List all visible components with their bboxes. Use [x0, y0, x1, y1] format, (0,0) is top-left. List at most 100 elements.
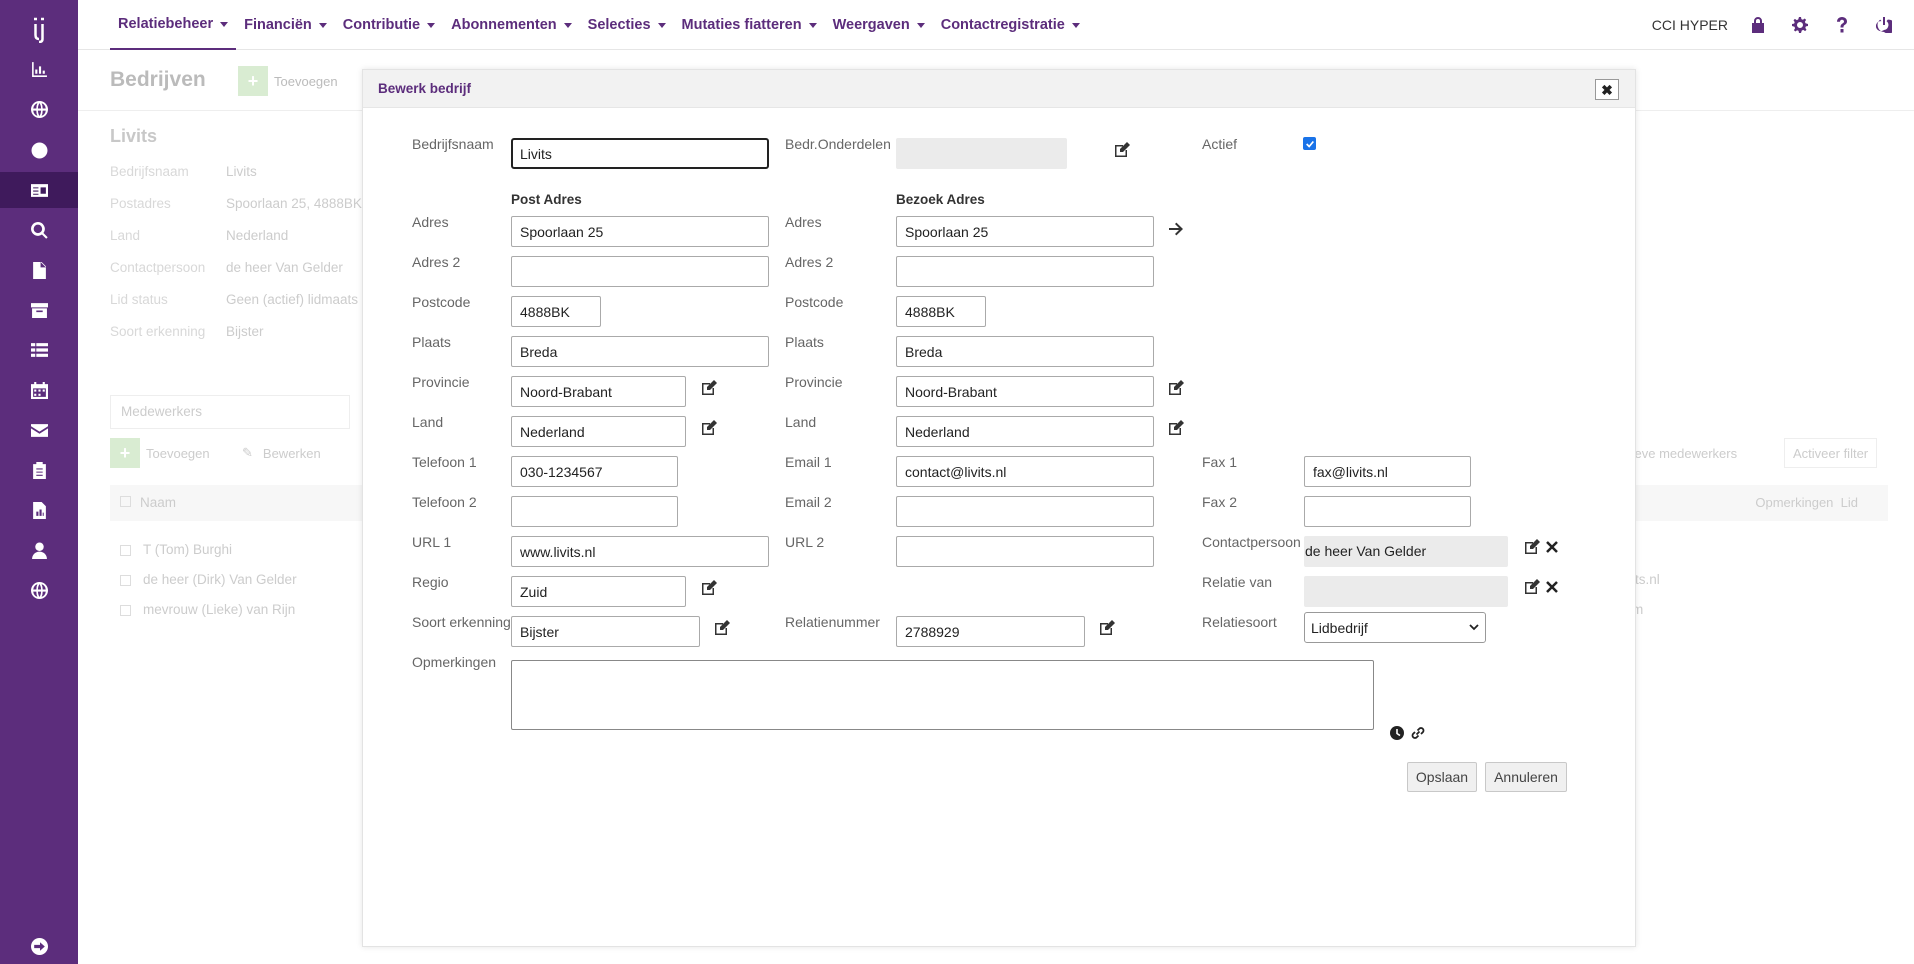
actief-checkbox[interactable] [1303, 137, 1316, 150]
activate-filter-button[interactable]: Activeer filter [1784, 438, 1878, 468]
sidebar-item-user[interactable] [0, 532, 78, 568]
save-button[interactable]: Opslaan [1407, 762, 1477, 792]
sidebar-item-documents[interactable] [0, 252, 78, 288]
fax2-input[interactable] [1304, 496, 1471, 527]
remove-icon[interactable] [1544, 579, 1560, 595]
page-title: Bedrijven [110, 68, 206, 91]
cancel-button[interactable]: Annuleren [1485, 762, 1567, 792]
soort-erkenning-input[interactable] [511, 616, 700, 647]
post-adres2-input[interactable] [511, 256, 769, 287]
fax1-input[interactable] [1304, 456, 1471, 487]
sidebar-item-calendar[interactable] [0, 372, 78, 408]
post-postcode-input[interactable] [511, 296, 601, 327]
edit-icon[interactable] [1168, 420, 1184, 436]
post-adres-input[interactable] [511, 216, 769, 247]
table-row[interactable]: mevrouw (Lieke) van Rijn [120, 602, 295, 617]
table-cell: its.nl [1632, 572, 1660, 587]
bezoek-land-input[interactable] [896, 416, 1154, 447]
app-logo[interactable] [0, 10, 78, 50]
lock-icon[interactable] [1750, 17, 1766, 33]
bezoek-plaats-input[interactable] [896, 336, 1154, 367]
nav-contactregistratie[interactable]: Contactregistratie [933, 0, 1088, 50]
label-post-postcode: Postcode [412, 294, 471, 310]
sidebar-item-archive[interactable] [0, 292, 78, 328]
detail-row: Land Nederland [110, 228, 289, 243]
clock-icon[interactable] [1389, 725, 1405, 741]
sidebar-item-logout[interactable] [0, 928, 78, 964]
sidebar-item-clipboard[interactable] [0, 452, 78, 488]
report-icon [32, 501, 46, 519]
post-plaats-input[interactable] [511, 336, 769, 367]
add-button[interactable]: + Toevoegen [238, 66, 338, 96]
employees-panel-tab[interactable]: Medewerkers [110, 395, 350, 429]
bedrijfsnaam-input[interactable] [511, 138, 769, 169]
sidebar-item-dashboard[interactable] [0, 51, 78, 87]
nav-contributie[interactable]: Contributie [335, 0, 443, 50]
bezoek-provincie-input[interactable] [896, 376, 1154, 407]
clipboard-icon [32, 461, 46, 479]
sidebar-item-globe2[interactable] [0, 572, 78, 608]
help-icon[interactable] [1834, 17, 1850, 33]
bezoek-postcode-input[interactable] [896, 296, 986, 327]
remove-icon[interactable] [1544, 539, 1560, 555]
edit-icon[interactable] [1524, 539, 1540, 555]
relatie-van-field [1304, 576, 1508, 607]
nav-weergaven[interactable]: Weergaven [825, 0, 933, 50]
edit-icon[interactable] [701, 580, 717, 596]
edit-icon[interactable] [701, 380, 717, 396]
nav-financien[interactable]: Financiën [236, 0, 335, 50]
label-bezoek-adres: Adres [785, 214, 822, 230]
edit-icon[interactable] [701, 420, 717, 436]
edit-icon[interactable] [1114, 142, 1130, 158]
relatienummer-input[interactable] [896, 616, 1085, 647]
edit-icon[interactable] [714, 620, 730, 636]
url1-input[interactable] [511, 536, 769, 567]
table-row[interactable]: de heer (Dirk) Van Gelder [120, 572, 297, 587]
select-all-checkbox[interactable] [120, 496, 131, 507]
sidebar-item-list[interactable] [0, 332, 78, 368]
edit-icon[interactable] [1524, 579, 1540, 595]
sidebar-item-contacts[interactable] [0, 132, 78, 168]
close-button[interactable]: ✖ [1595, 79, 1619, 100]
relatiesoort-select[interactable]: Lidbedrijf [1304, 612, 1486, 643]
post-land-input[interactable] [511, 416, 686, 447]
employee-edit-button[interactable]: ✎ Bewerken [242, 438, 321, 468]
detail-row: Soort erkenning Bijster [110, 324, 264, 339]
dialog-header: Bewerk bedrijf ✖ [363, 70, 1635, 108]
bezoek-adres-input[interactable] [896, 216, 1154, 247]
arrow-right-icon[interactable] [1168, 221, 1184, 237]
label-telefoon1: Telefoon 1 [412, 454, 477, 470]
gear-icon[interactable] [1792, 17, 1808, 33]
nav-abonnementen[interactable]: Abonnementen [443, 0, 580, 50]
sidebar-item-report[interactable] [0, 492, 78, 528]
edit-company-dialog: Bewerk bedrijf ✖ Bedrijfsnaam Bedr.Onder… [362, 69, 1636, 947]
label-relatiesoort: Relatiesoort [1202, 614, 1277, 630]
label-post-plaats: Plaats [412, 334, 451, 350]
sidebar-item-globe[interactable] [0, 91, 78, 127]
sidebar-item-relaties[interactable] [0, 172, 78, 208]
regio-input[interactable] [511, 576, 686, 607]
nav-relatiebeheer[interactable]: Relatiebeheer [110, 0, 237, 50]
section-bezoek-adres: Bezoek Adres [896, 192, 985, 207]
edit-icon[interactable] [1168, 380, 1184, 396]
telefoon2-input[interactable] [511, 496, 678, 527]
dialog-title: Bewerk bedrijf [378, 81, 472, 96]
telefoon1-input[interactable] [511, 456, 678, 487]
post-provincie-input[interactable] [511, 376, 686, 407]
email2-input[interactable] [896, 496, 1154, 527]
email1-input[interactable] [896, 456, 1154, 487]
sidebar-item-mail[interactable] [0, 412, 78, 448]
sidebar-item-search[interactable] [0, 212, 78, 248]
power-icon[interactable] [1876, 17, 1892, 33]
bezoek-adres2-input[interactable] [896, 256, 1154, 287]
employee-add-button[interactable]: + Toevoegen [110, 438, 210, 468]
plus-icon: + [110, 438, 140, 468]
archive-icon [30, 302, 48, 318]
table-row[interactable]: T (Tom) Burghi [120, 542, 232, 557]
nav-selecties[interactable]: Selecties [580, 0, 674, 50]
link-icon[interactable] [1410, 725, 1426, 741]
url2-input[interactable] [896, 536, 1154, 567]
opmerkingen-textarea[interactable] [511, 660, 1374, 730]
edit-icon[interactable] [1099, 620, 1115, 636]
nav-mutaties-fiatteren[interactable]: Mutaties fiatteren [674, 0, 825, 50]
